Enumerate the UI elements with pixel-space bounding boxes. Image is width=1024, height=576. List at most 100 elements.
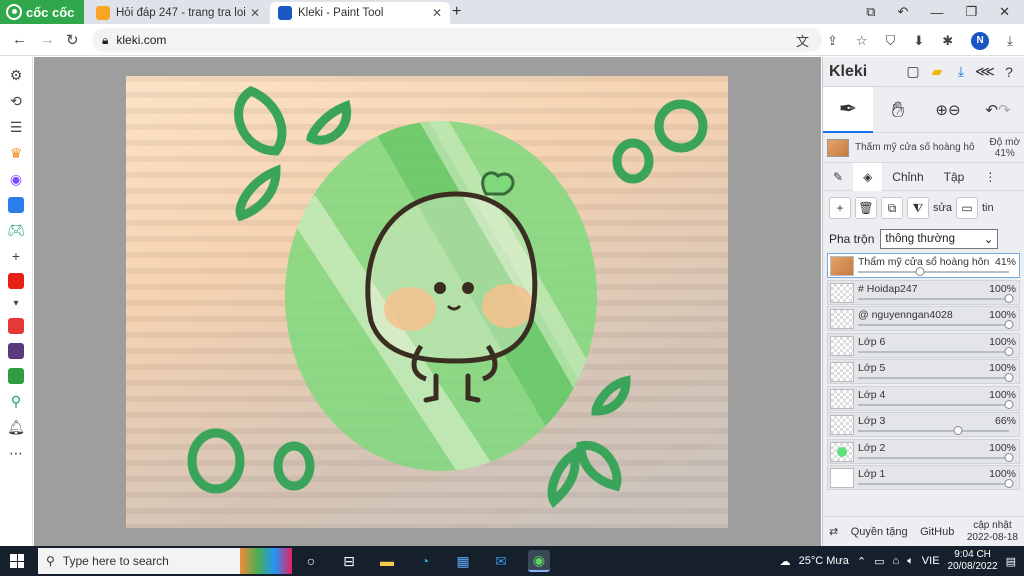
translate-icon[interactable]: 文 [796, 31, 809, 50]
layer-opacity-slider[interactable] [858, 320, 1014, 329]
reload-button[interactable]: ↻ [66, 31, 79, 49]
tab-brush[interactable]: ✎ [823, 163, 853, 191]
download-extension-icon[interactable]: ⬇ [913, 33, 924, 49]
url-field[interactable]: 🔒︎ kleki.com [92, 28, 822, 52]
start-button[interactable] [10, 554, 24, 568]
cortana-circle-icon[interactable]: ○ [300, 550, 322, 572]
calendar-app-icon[interactable] [8, 318, 24, 334]
tab-adjust[interactable]: Chỉnh [882, 163, 933, 191]
coccoc-taskbar-icon[interactable]: ◉ [528, 550, 550, 572]
slider-knob[interactable] [1004, 293, 1014, 303]
edge-icon[interactable]: ◔ [414, 550, 436, 572]
delete-layer-button[interactable]: 🗑︎ [855, 197, 877, 219]
tray-chevron-icon[interactable]: ⌃ [857, 555, 866, 568]
rename-layer-button[interactable]: ▭ [955, 197, 978, 219]
restore-button[interactable]: ❐ [965, 4, 977, 20]
profile-avatar[interactable]: N [971, 31, 990, 50]
store-icon[interactable]: ▦ [452, 550, 474, 572]
layer-row[interactable]: Lớp 3 66% [827, 412, 1020, 437]
canvas-workarea[interactable] [34, 57, 821, 546]
layer-row[interactable]: Lớp 2 100% [827, 438, 1020, 464]
zalo-icon[interactable] [8, 197, 24, 213]
coccoc-menu-button[interactable]: cốc cốc [0, 0, 84, 24]
clock[interactable]: 9:04 CH 20/08/2022 [948, 549, 998, 573]
help-icon[interactable]: ? [1000, 63, 1018, 81]
blend-mode-select[interactable]: thông thường ⌄ [880, 229, 999, 249]
layer-opacity-slider[interactable] [858, 346, 1014, 356]
layer-opacity-slider[interactable] [858, 426, 1009, 435]
back-button[interactable]: ← [12, 31, 27, 48]
bookmark-star-icon[interactable]: ☆ [856, 33, 868, 49]
close-tab-icon[interactable]: ✕ [432, 6, 442, 20]
game-app-icon[interactable] [8, 343, 24, 359]
share-icon[interactable]: ⇪ [827, 33, 838, 49]
tab-layers[interactable]: ◈ [853, 162, 883, 191]
close-tab-icon[interactable]: ✕ [250, 6, 260, 20]
slider-knob[interactable] [1004, 320, 1014, 329]
screenshot-icon[interactable]: ⧉ [866, 4, 875, 20]
shield-icon[interactable]: ⛉ [886, 33, 896, 49]
update-info[interactable]: cập nhật 2022-08-18 [967, 520, 1018, 544]
undo-icon[interactable]: ↶ [985, 101, 998, 119]
layer-row[interactable]: Lớp 5 100% [827, 359, 1020, 384]
minimize-button[interactable]: — [930, 5, 943, 20]
add-shortcut-icon[interactable]: + [12, 248, 20, 264]
zoom-controls[interactable]: ⊕ ⊖ [923, 87, 973, 133]
game-controller-icon[interactable]: 🎮︎ [7, 222, 25, 239]
volume-icon[interactable]: 🔈︎ [907, 555, 914, 568]
slider-knob[interactable] [1004, 399, 1014, 409]
crown-icon[interactable]: ♛ [10, 145, 23, 162]
slider-knob[interactable] [1004, 346, 1014, 356]
extensions-puzzle-icon[interactable]: ✱ [942, 33, 953, 49]
open-folder-icon[interactable]: ▰ [928, 63, 946, 81]
collapse-icon[interactable]: ↶ [898, 4, 909, 20]
new-file-icon[interactable]: ▢ [904, 63, 922, 81]
messenger-icon[interactable]: ◉ [10, 171, 22, 188]
opacity-readout[interactable]: Độ mờ 41% [990, 137, 1020, 159]
layer-opacity-slider[interactable] [858, 399, 1014, 409]
slider-knob[interactable] [1004, 479, 1014, 488]
file-explorer-icon[interactable]: ▬ [376, 550, 398, 572]
layer-row[interactable]: Thẩm mỹ cửa sổ hoàng hôn 41% [827, 253, 1020, 278]
layer-row[interactable]: Lớp 1 100% [827, 465, 1020, 490]
layer-opacity-slider[interactable] [858, 479, 1014, 488]
taskbar-search[interactable]: ⚲ Type here to search [38, 548, 292, 574]
save-download-icon[interactable]: ⤓ [952, 63, 970, 81]
share-icon[interactable]: ⋘ [975, 63, 995, 81]
layer-opacity-slider[interactable] [858, 267, 1009, 276]
notification-bell-icon[interactable]: 🔔︎ [7, 419, 25, 436]
tab-kleki[interactable]: Kleki - Paint Tool ✕ [270, 2, 450, 24]
notifications-icon[interactable]: ▤ [1006, 555, 1016, 568]
location-icon[interactable]: ⚲ [11, 393, 21, 410]
tab-hoidap247[interactable]: Hỏi đáp 247 - trang tra loi ✕ [88, 2, 268, 24]
battery-icon[interactable]: ▭ [874, 555, 884, 568]
layer-row[interactable]: Lớp 4 100% [827, 385, 1020, 411]
close-window-button[interactable]: ✕ [999, 4, 1010, 20]
more-options-icon[interactable]: ⋯ [9, 445, 23, 462]
downloads-icon[interactable]: ⤓ [1007, 33, 1013, 49]
chevron-down-icon[interactable]: ▾ [13, 298, 18, 309]
privacy-link[interactable]: Quyền tặng [851, 526, 908, 538]
weather-cloud-icon[interactable]: ☁ [780, 555, 791, 568]
new-tab-button[interactable]: + [452, 3, 461, 21]
language-indicator[interactable]: VIE [922, 555, 940, 567]
tab-file[interactable]: Tập [934, 163, 975, 191]
settings-gear-icon[interactable]: ⚙ [10, 67, 23, 84]
zoom-out-icon[interactable]: ⊖ [948, 101, 961, 119]
network-icon[interactable]: ⌂ [893, 555, 900, 567]
slider-knob[interactable] [1004, 373, 1014, 382]
lottery-app-icon[interactable] [8, 368, 24, 384]
drawing-canvas[interactable] [126, 76, 728, 528]
redo-icon[interactable]: ↷ [998, 101, 1011, 119]
layer-opacity-slider[interactable] [858, 373, 1014, 382]
reading-list-icon[interactable]: ☰ [10, 119, 23, 136]
layer-row[interactable]: Lớp 6 100% [827, 332, 1020, 358]
slider-knob[interactable] [1004, 452, 1014, 462]
history-icon[interactable]: ⟲ [10, 93, 22, 110]
forward-button[interactable]: → [40, 31, 55, 48]
hand-tool-button[interactable]: ✋︎ [873, 87, 923, 133]
task-view-icon[interactable]: ⊟ [338, 550, 360, 572]
duplicate-layer-button[interactable]: ⧉ [881, 197, 903, 219]
mail-icon[interactable]: ✉ [490, 550, 512, 572]
slider-knob[interactable] [915, 267, 925, 276]
